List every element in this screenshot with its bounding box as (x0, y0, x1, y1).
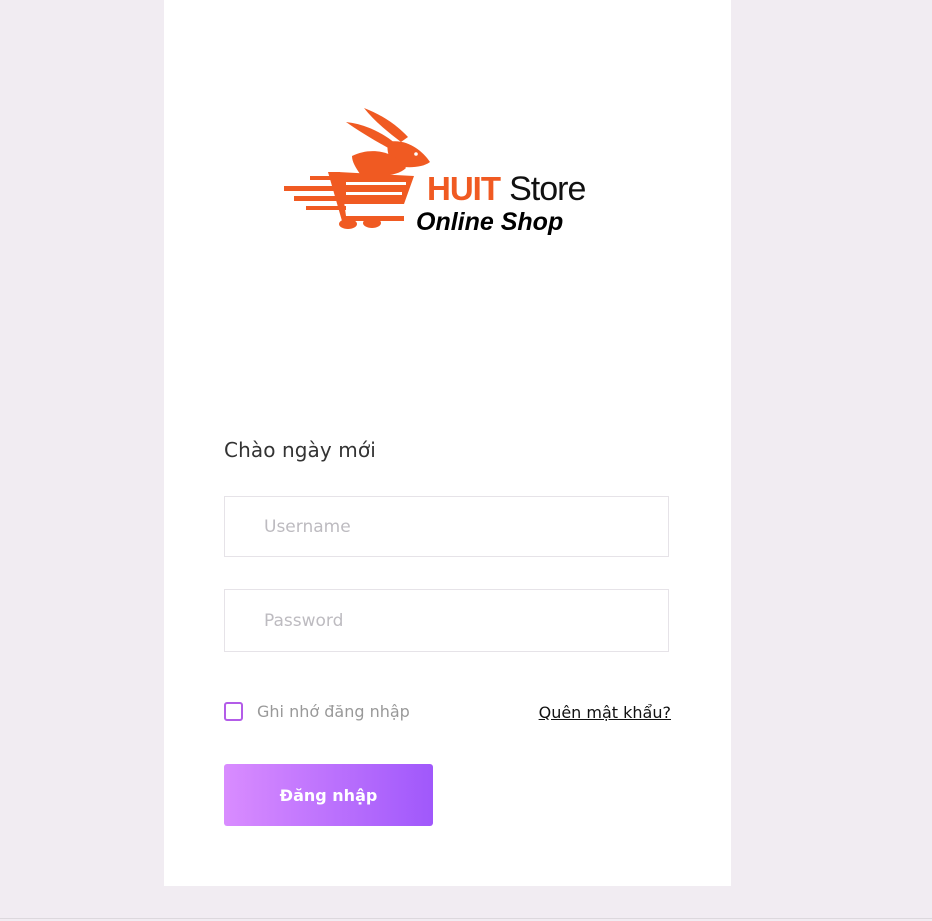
logo-tagline: Online Shop (416, 208, 564, 236)
password-input[interactable] (224, 589, 669, 652)
forgot-password-link[interactable]: Quên mật khẩu? (539, 703, 671, 722)
logo-brand-word: HUIT (427, 170, 501, 207)
login-button[interactable]: Đăng nhập (224, 764, 433, 826)
remember-me-label: Ghi nhớ đăng nhập (257, 702, 410, 721)
rabbit-cart-icon (284, 108, 430, 229)
username-input[interactable] (224, 496, 669, 557)
checkbox-box[interactable] (224, 702, 243, 721)
greeting-heading: Chào ngày mới (224, 438, 376, 462)
logo-store-word: Store (509, 170, 586, 208)
page-bottom-divider (0, 918, 932, 919)
store-logo: HUIT Store Online Shop (280, 104, 590, 240)
remember-me-checkbox[interactable]: Ghi nhớ đăng nhập (224, 702, 410, 721)
login-card: HUIT Store Online Shop Chào ngày mới Ghi… (164, 0, 731, 886)
